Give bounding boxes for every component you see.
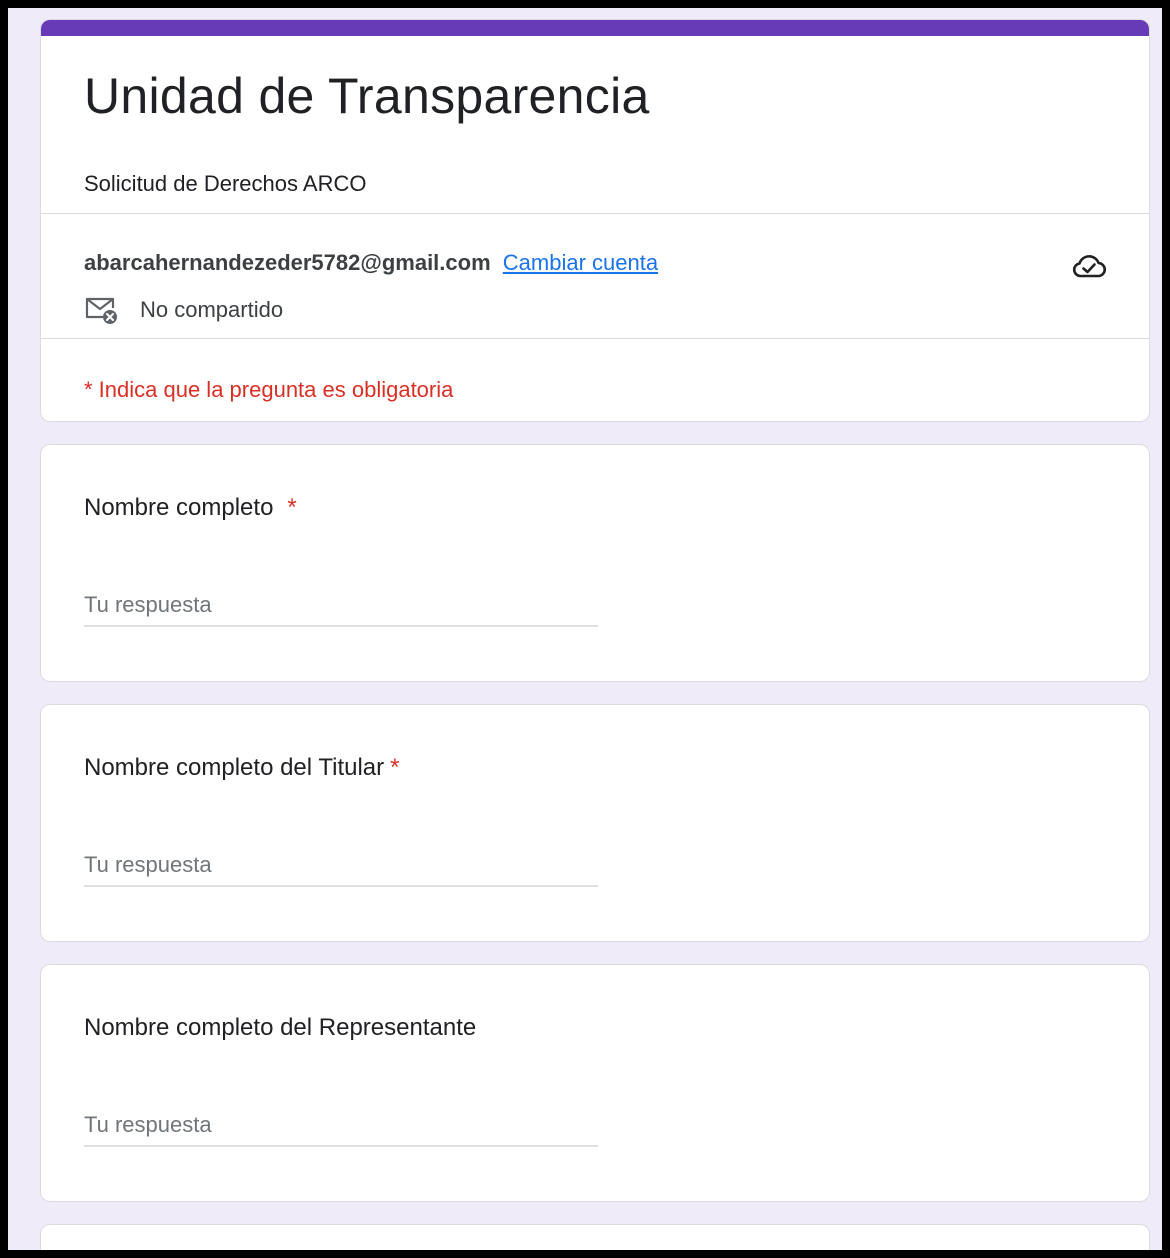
question-card: Nombre completo * [40,444,1150,682]
question-title: Nombre completo del Representante [84,1014,477,1041]
required-star: * [287,494,297,521]
form-description: Solicitud de Derechos ARCO [84,171,367,196]
switch-account-link[interactable]: Cambiar cuenta [503,250,658,275]
cloud-check-icon [1072,255,1107,278]
account-email: abarcahernandezeder5782@gmail.com [84,250,491,275]
form-title: Unidad de Transparencia [84,68,650,124]
required-note: * Indica que la pregunta es obligatoria [84,377,454,402]
answer-input[interactable] [84,585,598,627]
answer-input[interactable] [84,845,598,887]
divider [41,338,1149,339]
required-star: * [390,754,400,781]
question-title: Nombre completo del Titular [84,754,385,781]
question-card-partial [40,1224,1150,1250]
question-title: Nombre completo [84,494,274,521]
form-header-card: Unidad de Transparencia Solicitud de Der… [40,19,1150,422]
accent-bar [41,20,1149,36]
question-card: Nombre completo del Titular * [40,704,1150,942]
shared-status: No compartido [84,295,283,325]
question-label: Nombre completo * [84,493,297,523]
question-label: Nombre completo del Representante [84,1013,476,1043]
mail-off-icon [85,297,117,324]
answer-input[interactable] [84,1105,598,1147]
question-card: Nombre completo del Representante [40,964,1150,1202]
question-label: Nombre completo del Titular * [84,753,399,783]
divider [41,213,1149,214]
form-page: Unidad de Transparencia Solicitud de Der… [8,8,1162,1250]
account-line: abarcahernandezeder5782@gmail.com Cambia… [84,248,658,278]
shared-status-text: No compartido [140,297,284,322]
